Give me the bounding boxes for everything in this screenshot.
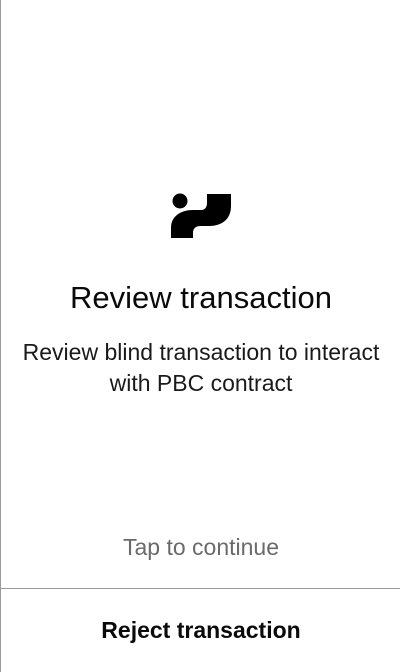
review-screen: Review transaction Review blind transact… <box>0 0 400 672</box>
app-logo-icon <box>171 193 231 238</box>
tap-to-continue-area[interactable]: Review transaction Review blind transact… <box>1 0 400 588</box>
tap-to-continue-hint[interactable]: Tap to continue <box>1 532 400 562</box>
reject-transaction-button[interactable]: Reject transaction <box>1 589 400 672</box>
page-title: Review transaction <box>70 280 332 315</box>
transaction-description: Review blind transaction to interact wit… <box>22 339 380 396</box>
